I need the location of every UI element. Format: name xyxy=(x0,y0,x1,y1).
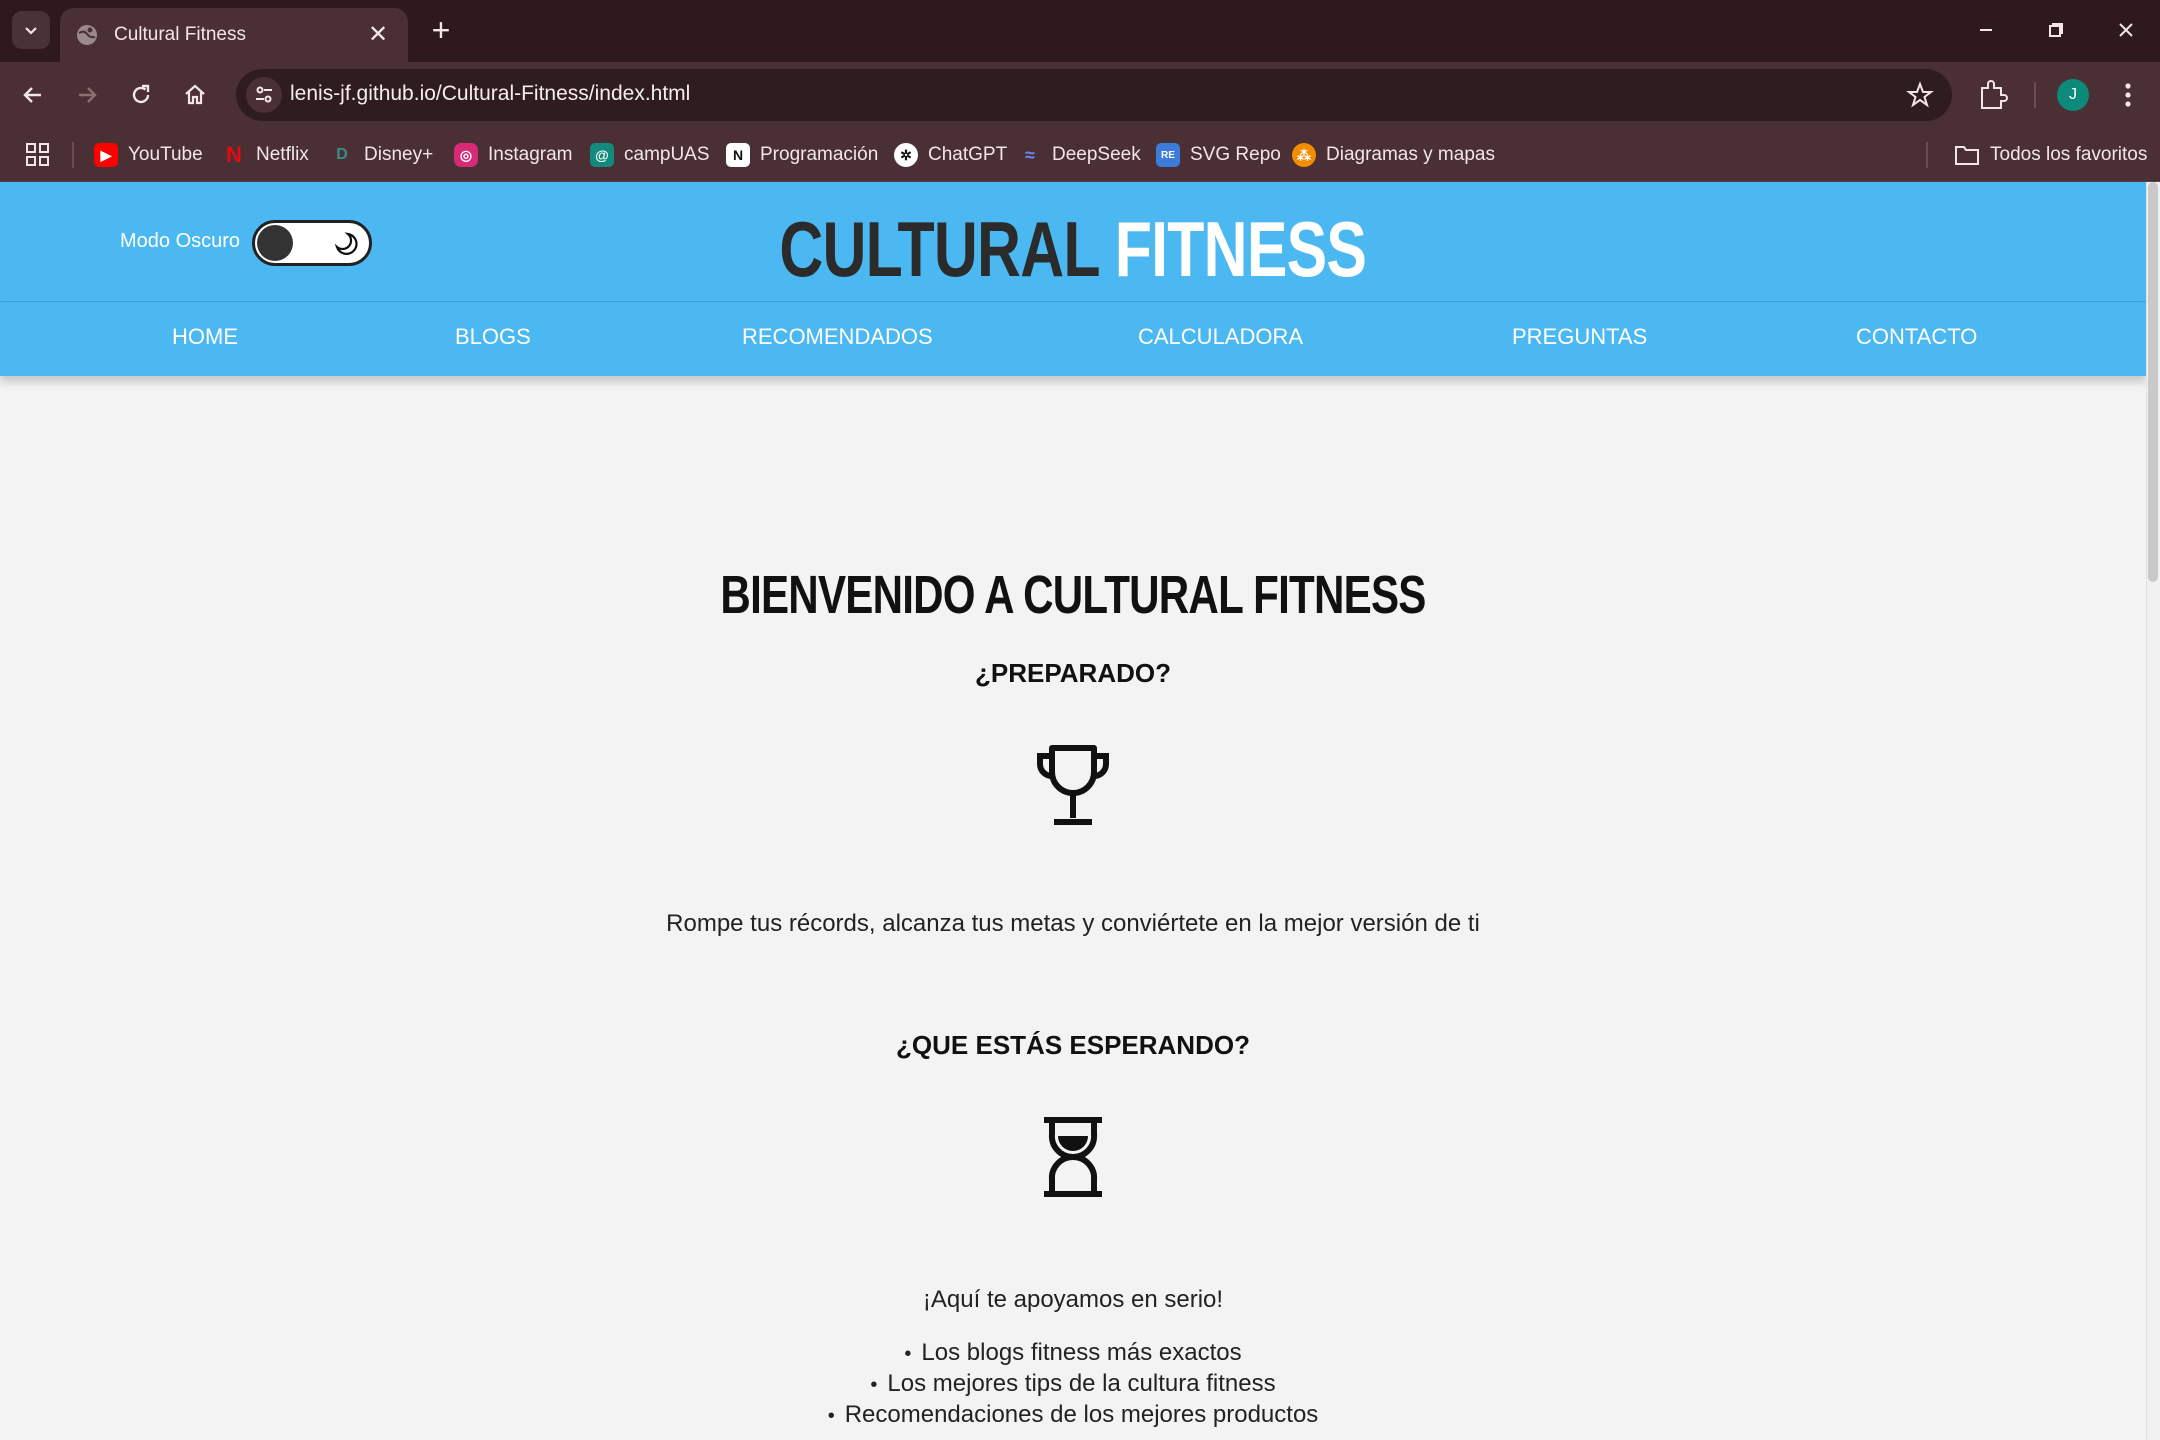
reload-button[interactable] xyxy=(120,74,162,116)
list-item: Los blogs fitness más exactos xyxy=(0,1338,2146,1369)
site-logo[interactable]: CULTURAL FITNESS xyxy=(236,204,1910,295)
folder-icon xyxy=(1955,146,1979,165)
brand-part-2: FITNESS xyxy=(1114,205,1367,293)
tab-search-button[interactable] xyxy=(12,11,50,49)
browser-tab[interactable]: Cultural Fitness ✕ xyxy=(60,8,408,62)
browser-tab-bar: Cultural Fitness ✕ + xyxy=(0,0,2160,62)
arrow-left-icon xyxy=(23,87,41,103)
more-menu-icon[interactable] xyxy=(2116,78,2140,112)
bookmark-programacion[interactable]: N Programación xyxy=(726,140,878,170)
bookmark-label: SVG Repo xyxy=(1190,144,1281,165)
page-title: BIENVENIDO A CULTURAL FITNESS xyxy=(720,565,1426,625)
deepseek-icon: ≈ xyxy=(1025,144,1035,165)
tune-icon xyxy=(256,86,272,103)
nav-blogs[interactable]: BLOGS xyxy=(455,324,531,350)
bookmark-diagramas[interactable]: ⁂ Diagramas y mapas xyxy=(1292,140,1495,170)
bookmark-star-icon[interactable] xyxy=(1906,81,1934,109)
url-text[interactable]: lenis-jf.github.io/Cultural-Fitness/inde… xyxy=(290,82,690,106)
chatgpt-icon: ✲ xyxy=(894,143,918,167)
bookmark-label: YouTube xyxy=(128,144,203,165)
intro-text: Rompe tus récords, alcanza tus metas y c… xyxy=(666,910,1480,937)
list-item: Recomendaciones de los mejores productos xyxy=(0,1400,2146,1431)
bookmark-label: DeepSeek xyxy=(1052,144,1141,165)
restore-icon xyxy=(2049,23,2063,37)
bookmark-netflix[interactable]: N Netflix xyxy=(222,140,309,170)
bookmark-label: Diagramas y mapas xyxy=(1326,144,1495,165)
forward-button[interactable] xyxy=(66,74,108,116)
site-header: Modo Oscuro CULTURAL FITNESS xyxy=(0,182,2146,302)
home-button[interactable] xyxy=(174,74,216,116)
close-window-button[interactable] xyxy=(2102,10,2150,50)
bookmark-chatgpt[interactable]: ✲ ChatGPT xyxy=(894,140,1007,170)
minimize-button[interactable] xyxy=(1962,10,2010,50)
bookmark-campuas[interactable]: @ campUAS xyxy=(590,140,710,170)
bookmarks-bar: ▶ YouTube N Netflix D Disney+ ◎ Instagra… xyxy=(0,128,2160,182)
youtube-icon: ▶ xyxy=(94,143,118,167)
reload-icon xyxy=(132,84,150,104)
back-button[interactable] xyxy=(12,74,54,116)
nav-home[interactable]: HOME xyxy=(172,324,238,350)
bookmark-youtube[interactable]: ▶ YouTube xyxy=(94,140,203,170)
address-bar[interactable]: lenis-jf.github.io/Cultural-Fitness/inde… xyxy=(236,69,1952,121)
bookmark-label: Disney+ xyxy=(364,144,434,165)
chevron-down-icon xyxy=(25,27,37,35)
extensions-icon[interactable] xyxy=(1974,78,2012,112)
campuas-icon: @ xyxy=(590,143,614,167)
all-bookmarks-folder[interactable]: Todos los favoritos xyxy=(1954,140,2147,170)
list-item: Los mejores tips de la cultura fitness xyxy=(0,1369,2146,1400)
apps-grid-icon[interactable] xyxy=(24,141,52,169)
scrollbar-thumb[interactable] xyxy=(2148,182,2158,582)
page-viewport: Modo Oscuro CULTURAL FITNESS HOME BLOGS … xyxy=(0,182,2160,1440)
tab-title: Cultural Fitness xyxy=(114,24,246,45)
bookmark-label: Instagram xyxy=(488,144,573,165)
trophy-icon xyxy=(1037,745,1109,825)
diagrams-icon: ⁂ xyxy=(1292,143,1316,167)
minimize-icon xyxy=(1980,29,1992,31)
dark-mode-label: Modo Oscuro xyxy=(120,230,241,252)
toolbar-divider xyxy=(2034,82,2036,108)
netflix-icon: N xyxy=(226,142,242,167)
features-list: Los blogs fitness más exactos Los mejore… xyxy=(0,1338,2146,1431)
bookmark-instagram[interactable]: ◎ Instagram xyxy=(454,140,572,170)
bookmark-svgrepo[interactable]: RE SVG Repo xyxy=(1156,140,1281,170)
section-heading: ¿QUE ESTÁS ESPERANDO? xyxy=(896,1030,1250,1060)
bookmark-label: ChatGPT xyxy=(928,144,1008,165)
nav-contacto[interactable]: CONTACTO xyxy=(1856,324,1977,350)
bookmark-label: Programación xyxy=(760,144,879,165)
svgrepo-icon: RE xyxy=(1156,143,1180,167)
instagram-icon: ◎ xyxy=(454,143,478,167)
all-bookmarks-label: Todos los favoritos xyxy=(1990,144,2148,165)
nav-preguntas[interactable]: PREGUNTAS xyxy=(1512,324,1647,350)
close-icon xyxy=(2119,23,2133,37)
home-icon xyxy=(185,84,205,105)
nav-recomendados[interactable]: RECOMENDADOS xyxy=(742,324,933,350)
page-scrollbar[interactable] xyxy=(2146,182,2160,1440)
section-heading: ¿PREPARADO? xyxy=(975,658,1171,688)
bookmark-label: campUAS xyxy=(624,144,710,165)
brand-part-1: CULTURAL xyxy=(779,205,1099,293)
profile-avatar[interactable]: J xyxy=(2057,79,2089,111)
browser-toolbar: lenis-jf.github.io/Cultural-Fitness/inde… xyxy=(0,62,2160,128)
support-text: ¡Aquí te apoyamos en serio! xyxy=(922,1286,1224,1313)
globe-icon xyxy=(77,25,97,45)
disney-icon: D xyxy=(336,146,348,163)
notion-icon: N xyxy=(726,143,750,167)
bookmark-deepseek[interactable]: ≈ DeepSeek xyxy=(1018,140,1141,170)
nav-calculadora[interactable]: CALCULADORA xyxy=(1138,324,1303,350)
restore-button[interactable] xyxy=(2032,10,2080,50)
bookmarks-divider xyxy=(72,142,74,168)
new-tab-button[interactable]: + xyxy=(424,14,458,48)
tab-close-icon[interactable]: ✕ xyxy=(364,21,392,49)
bookmarks-divider xyxy=(1926,142,1928,168)
site-info-button[interactable] xyxy=(246,77,282,113)
hourglass-icon xyxy=(1044,1117,1102,1197)
arrow-right-icon xyxy=(79,87,97,103)
main-navigation: HOME BLOGS RECOMENDADOS CALCULADORA PREG… xyxy=(0,302,2146,376)
bookmark-label: Netflix xyxy=(256,144,309,165)
bookmark-disney[interactable]: D Disney+ xyxy=(330,140,433,170)
